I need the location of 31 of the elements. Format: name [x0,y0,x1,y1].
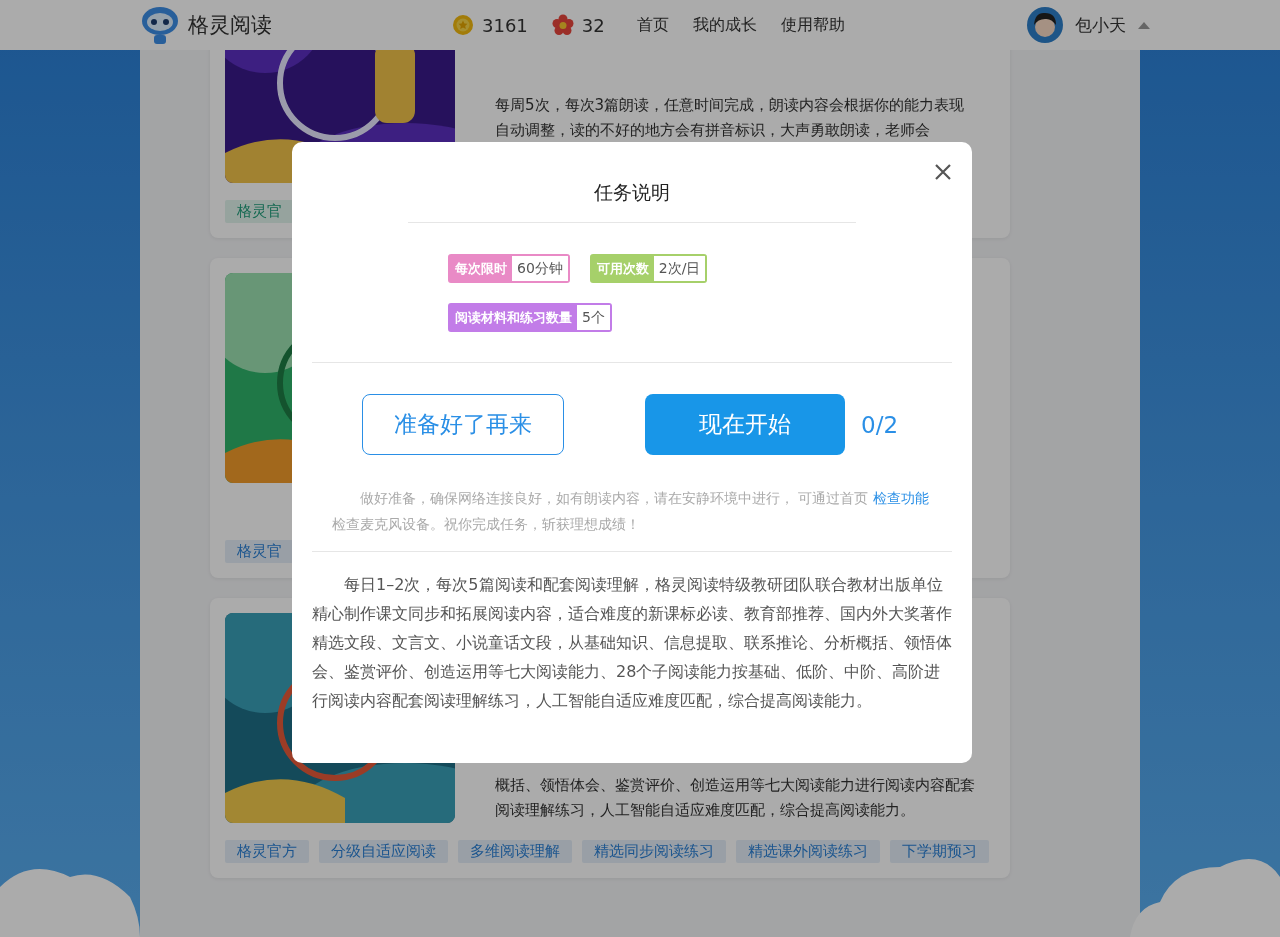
badge-label: 阅读材料和练习数量 [450,305,577,330]
notice-text: 做好准备，确保网络连接良好，如有朗读内容，请在安静环境中进行， 可通过首页 检查功能 检查麦克风设备。祝你完成任务，斩获理想成绩！ [332,489,930,534]
robot-logo-icon [140,5,180,45]
course-description: 概括、领悟体会、鉴赏评价、创造运用等七大阅读能力进行阅读内容配套阅读理解练习，人工智能自适应难度匹配，综合提高阅读能力。 [495,775,976,821]
tag: 下学期预习 [890,840,989,863]
flower-count: 32 [581,14,605,36]
tag: 多维阅读理解 [458,840,572,863]
app-name: 格灵阅读 [188,12,272,39]
tag: 格灵官 [225,540,294,563]
tag: 精选课外阅读练习 [736,840,880,863]
close-icon[interactable] [934,163,952,181]
nav-link[interactable]: 使用帮助 [780,14,845,36]
flower-icon [551,14,574,36]
tag: 精选同步阅读练习 [582,840,726,863]
nav-link[interactable]: 我的成长 [692,14,757,36]
task-description: 每日1–2次，每次5篇阅读和配套阅读理解，格灵阅读特级教研团队联合教材出版单位精心制作课文同步和拓展阅读内容，适合难度的新课标必读、教育部推荐、国内外大奖著作精选文段、文言文、小说童话文段，从基础知识、信息提取、联系推论、分析概括、领悟体会、鉴赏评价、创造运用等七大阅读能力、28个子阅读能力按基础、低阶、中阶、高阶进行阅读内容配套阅读理解练习，人工智能自适应难度匹配，综合提高阅读能力。 [312,574,952,712]
course-description: 每周5次，每次3篇朗读，任意时间完成，朗读内容会根据你的能力表现自动调整，读的不好的地方会有拼音标识，大声勇敢朗读，老师会 [495,95,966,141]
tag: 格灵官 [225,200,294,223]
coin-icon [452,14,474,36]
badge-label: 每次限时 [450,256,512,281]
avatar-icon[interactable] [1027,7,1063,43]
tag: 分级自适应阅读 [319,840,448,863]
coin-count: 3161 [482,14,528,36]
caret-icon[interactable] [1138,21,1150,29]
check-link[interactable]: 检查功能 [872,490,929,506]
user-name[interactable]: 包小天 [1075,13,1126,37]
dialog-title: 任务说明 [593,180,671,204]
badge-label: 可用次数 [591,256,654,281]
tag: 格灵官方 [225,840,309,863]
nav-link[interactable]: 首页 [636,14,669,36]
attempt-count: 0/2 [861,411,898,438]
